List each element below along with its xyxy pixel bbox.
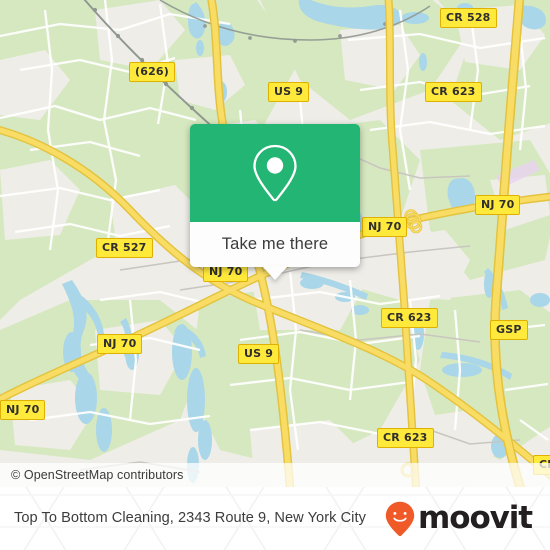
moovit-wordmark: moovit <box>418 500 533 536</box>
popup-pin-area <box>190 124 360 222</box>
road-shield: NJ 70 <box>97 334 143 354</box>
road-shield: GSP <box>490 320 528 340</box>
popup-action-area[interactable]: Take me there <box>190 222 360 280</box>
road-shield: CR 623 <box>377 428 434 448</box>
road-shield: CR 623 <box>381 308 438 328</box>
road-shield: NJ 70 <box>362 217 408 237</box>
moovit-pin-smile-icon <box>385 501 415 536</box>
take-me-there-label: Take me there <box>221 235 329 253</box>
osm-attribution[interactable]: © OpenStreetMap contributors <box>0 463 550 487</box>
location-popup-card[interactable]: Take me there <box>190 124 360 280</box>
place-description: Top To Bottom Cleaning, 2343 Route 9, Ne… <box>14 510 366 527</box>
road-shield: (626) <box>129 62 176 82</box>
road-shield: CR 527 <box>96 238 153 258</box>
road-shield: US 9 <box>268 82 310 102</box>
map-share-card: CR 528 (626) US 9 CR 623 NJ 70 NJ 70 CR 527 NJ … <box>0 0 550 550</box>
map-pin-icon <box>253 144 297 202</box>
road-shield: NJ 70 <box>475 195 521 215</box>
road-shield: NJ 70 <box>0 400 46 420</box>
map-canvas[interactable]: CR 528 (626) US 9 CR 623 NJ 70 NJ 70 CR 527 NJ … <box>0 0 550 487</box>
road-shield: CR 528 <box>440 8 497 28</box>
road-shield: US 9 <box>238 344 280 364</box>
moovit-logo[interactable]: moovit <box>385 501 536 537</box>
road-shield: CR 623 <box>425 82 482 102</box>
popup-tail <box>262 266 288 280</box>
footer-bar: Top To Bottom Cleaning, 2343 Route 9, Ne… <box>0 487 550 550</box>
